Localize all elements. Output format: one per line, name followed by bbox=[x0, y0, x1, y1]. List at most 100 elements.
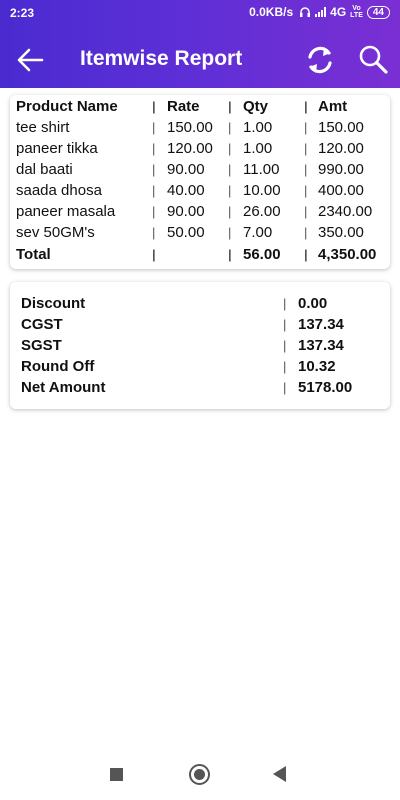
circle-home-icon[interactable] bbox=[189, 764, 210, 785]
system-nav-bar bbox=[0, 752, 400, 796]
summary-label: SGST bbox=[21, 337, 62, 354]
summary-value: 10.32 bbox=[298, 358, 336, 375]
volte-bottom: LTE bbox=[350, 12, 363, 19]
column-separator: | bbox=[304, 183, 308, 198]
square-icon[interactable] bbox=[110, 768, 123, 781]
column-separator: | bbox=[304, 141, 308, 156]
column-separator: | bbox=[228, 204, 232, 219]
column-separator: | bbox=[228, 247, 232, 262]
status-icons: 0.0KB/s 4G Vo LTE 44 bbox=[249, 5, 390, 19]
column-separator: | bbox=[283, 338, 287, 353]
column-separator: | bbox=[304, 204, 308, 219]
column-separator: | bbox=[152, 247, 156, 262]
product-rate: 40.00 bbox=[167, 182, 205, 199]
column-separator: | bbox=[152, 183, 156, 198]
product-qty: 10.00 bbox=[243, 182, 281, 199]
app-bar: 2:23 0.0KB/s 4G Vo LTE 44 Itemwise Repor… bbox=[0, 0, 400, 88]
column-separator: | bbox=[304, 225, 308, 240]
product-rate: 50.00 bbox=[167, 224, 205, 241]
column-separator: | bbox=[228, 141, 232, 156]
column-separator: | bbox=[304, 162, 308, 177]
refresh-icon[interactable] bbox=[302, 42, 338, 78]
table-row: paneer masala | 90.00 | 26.00 | 2340.00 bbox=[10, 201, 390, 222]
summary-value: 137.34 bbox=[298, 316, 344, 333]
column-separator: | bbox=[228, 162, 232, 177]
total-qty: 56.00 bbox=[243, 246, 281, 263]
triangle-back-icon[interactable] bbox=[273, 766, 286, 782]
column-separator: | bbox=[228, 183, 232, 198]
summary-label: Round Off bbox=[21, 358, 95, 375]
header-rate: Rate bbox=[167, 98, 200, 115]
table-row: dal baati | 90.00 | 11.00 | 990.00 bbox=[10, 159, 390, 180]
header-amt: Amt bbox=[318, 98, 348, 115]
column-separator: | bbox=[152, 162, 156, 177]
battery-icon: 44 bbox=[366, 5, 390, 19]
column-separator: | bbox=[283, 359, 287, 374]
page-title: Itemwise Report bbox=[80, 47, 243, 70]
column-separator: | bbox=[228, 225, 232, 240]
product-amt: 2340.00 bbox=[318, 203, 373, 220]
column-separator: | bbox=[283, 296, 287, 311]
product-name: tee shirt bbox=[16, 119, 70, 136]
product-rate: 90.00 bbox=[167, 203, 205, 220]
summary-label: CGST bbox=[21, 316, 63, 333]
column-separator: | bbox=[283, 380, 287, 395]
summary-value: 5178.00 bbox=[298, 379, 353, 396]
product-qty: 26.00 bbox=[243, 203, 281, 220]
table-total-row: Total | | 56.00 | 4,350.00 bbox=[10, 244, 390, 265]
product-rate: 150.00 bbox=[167, 119, 213, 136]
column-separator: | bbox=[228, 99, 232, 114]
itemwise-table-card: Product Name | Rate | Qty | Amt tee shir… bbox=[10, 95, 390, 269]
summary-label: Net Amount bbox=[21, 379, 106, 396]
product-name: paneer tikka bbox=[16, 140, 98, 157]
product-amt: 120.00 bbox=[318, 140, 364, 157]
product-amt: 350.00 bbox=[318, 224, 364, 241]
product-name: paneer masala bbox=[16, 203, 116, 220]
product-name: dal baati bbox=[16, 161, 73, 178]
column-separator: | bbox=[283, 317, 287, 332]
summary-card: Discount | 0.00 CGST | 137.34 SGST | 137… bbox=[10, 282, 390, 409]
summary-value: 0.00 bbox=[298, 295, 328, 312]
column-separator: | bbox=[152, 141, 156, 156]
network-type: 4G bbox=[330, 5, 347, 19]
total-label: Total bbox=[16, 246, 51, 263]
volte-icon: Vo LTE bbox=[350, 5, 363, 19]
headphones-icon bbox=[300, 7, 311, 17]
status-bar: 2:23 0.0KB/s 4G Vo LTE 44 bbox=[0, 0, 400, 26]
summary-value: 137.34 bbox=[298, 337, 344, 354]
product-amt: 150.00 bbox=[318, 119, 364, 136]
product-amt: 400.00 bbox=[318, 182, 364, 199]
toolbar: Itemwise Report bbox=[0, 32, 400, 88]
product-qty: 1.00 bbox=[243, 140, 273, 157]
product-rate: 90.00 bbox=[167, 161, 205, 178]
search-icon[interactable] bbox=[356, 42, 390, 76]
summary-row-discount: Discount | 0.00 bbox=[10, 293, 390, 314]
volte-top: Vo bbox=[352, 5, 361, 12]
product-name: saada dhosa bbox=[16, 182, 102, 199]
summary-label: Discount bbox=[21, 295, 86, 312]
column-separator: | bbox=[152, 204, 156, 219]
column-separator: | bbox=[228, 120, 232, 135]
total-amt: 4,350.00 bbox=[318, 246, 377, 263]
table-header-row: Product Name | Rate | Qty | Amt bbox=[10, 96, 390, 117]
product-qty: 1.00 bbox=[243, 119, 273, 136]
summary-row-round-off: Round Off | 10.32 bbox=[10, 356, 390, 377]
signal-icon bbox=[315, 7, 327, 17]
column-separator: | bbox=[152, 120, 156, 135]
table-row: sev 50GM's | 50.00 | 7.00 | 350.00 bbox=[10, 222, 390, 243]
column-separator: | bbox=[152, 225, 156, 240]
table-row: saada dhosa | 40.00 | 10.00 | 400.00 bbox=[10, 180, 390, 201]
header-qty: Qty bbox=[243, 98, 269, 115]
product-rate: 120.00 bbox=[167, 140, 213, 157]
header-product-name: Product Name bbox=[16, 98, 118, 115]
arrow-left-icon[interactable] bbox=[14, 44, 46, 76]
column-separator: | bbox=[152, 99, 156, 114]
column-separator: | bbox=[304, 99, 308, 114]
status-time: 2:23 bbox=[10, 6, 35, 20]
product-amt: 990.00 bbox=[318, 161, 364, 178]
summary-row-net-amount: Net Amount | 5178.00 bbox=[10, 377, 390, 398]
product-qty: 7.00 bbox=[243, 224, 273, 241]
summary-row-cgst: CGST | 137.34 bbox=[10, 314, 390, 335]
summary-row-sgst: SGST | 137.34 bbox=[10, 335, 390, 356]
table-row: tee shirt | 150.00 | 1.00 | 150.00 bbox=[10, 117, 390, 138]
